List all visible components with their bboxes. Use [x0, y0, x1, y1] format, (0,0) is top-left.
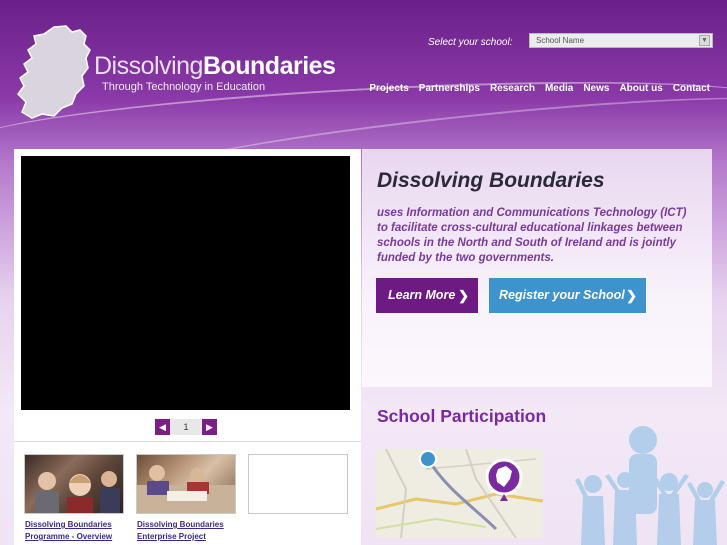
map-graphic: [376, 449, 543, 538]
video-thumbnail-overview[interactable]: [24, 454, 124, 514]
school-select[interactable]: School Name ▼: [529, 33, 713, 48]
chevron-right-icon: ❯: [458, 288, 469, 303]
dropdown-arrow-icon[interactable]: ▼: [699, 35, 710, 46]
divider: [14, 441, 361, 442]
school-participation-map[interactable]: [376, 449, 543, 538]
chevron-right-icon: ❯: [626, 288, 637, 303]
participation-title: School Participation: [377, 406, 547, 426]
video-thumbnail-enterprise[interactable]: [136, 454, 236, 514]
nav-media[interactable]: Media: [545, 83, 573, 94]
site-header: DissolvingBoundaries Through Technology …: [0, 0, 727, 212]
nav-partnerships[interactable]: Partnerships: [419, 83, 480, 94]
site-logo-title[interactable]: DissolvingBoundaries: [94, 52, 336, 81]
video-link-enterprise[interactable]: Dissolving Boundaries Enterprise Project: [137, 519, 237, 543]
nav-about-us[interactable]: About us: [619, 83, 662, 94]
classroom-photo: [137, 465, 235, 513]
ireland-map-logo-icon[interactable]: [14, 24, 96, 120]
chevron-left-icon[interactable]: ◀: [155, 419, 170, 435]
video-player[interactable]: [21, 156, 350, 410]
video-panel: ◀ 1 ▶ Dissolving Boundaries Programme - O…: [14, 149, 361, 545]
main-nav: Projects Partnerships Research Media New…: [369, 83, 710, 94]
register-school-button[interactable]: Register your School ❯: [489, 278, 646, 313]
nav-contact[interactable]: Contact: [673, 83, 710, 94]
video-pager: ◀ 1 ▶: [155, 419, 217, 435]
learn-more-button[interactable]: Learn More ❯: [376, 278, 478, 313]
nav-research[interactable]: Research: [490, 83, 535, 94]
chevron-right-icon[interactable]: ▶: [202, 419, 217, 435]
intro-title: Dissolving Boundaries: [377, 169, 605, 192]
school-select-value: School Name: [536, 36, 585, 45]
intro-card: Dissolving Boundaries uses Information a…: [362, 149, 712, 387]
site-tagline: Through Technology in Education: [102, 81, 266, 93]
children-photo: [35, 471, 120, 513]
video-link-overview[interactable]: Dissolving Boundaries Programme - Overvie…: [25, 519, 125, 543]
intro-text: uses Information and Communications Tech…: [377, 207, 687, 264]
school-select-label: Select your school:: [428, 37, 513, 48]
pager-current-page: 1: [170, 419, 202, 435]
video-thumbnail-empty[interactable]: [248, 454, 348, 514]
nav-news[interactable]: News: [583, 83, 609, 94]
nav-projects[interactable]: Projects: [369, 83, 408, 94]
people-silhouette-graphic: [575, 426, 725, 545]
